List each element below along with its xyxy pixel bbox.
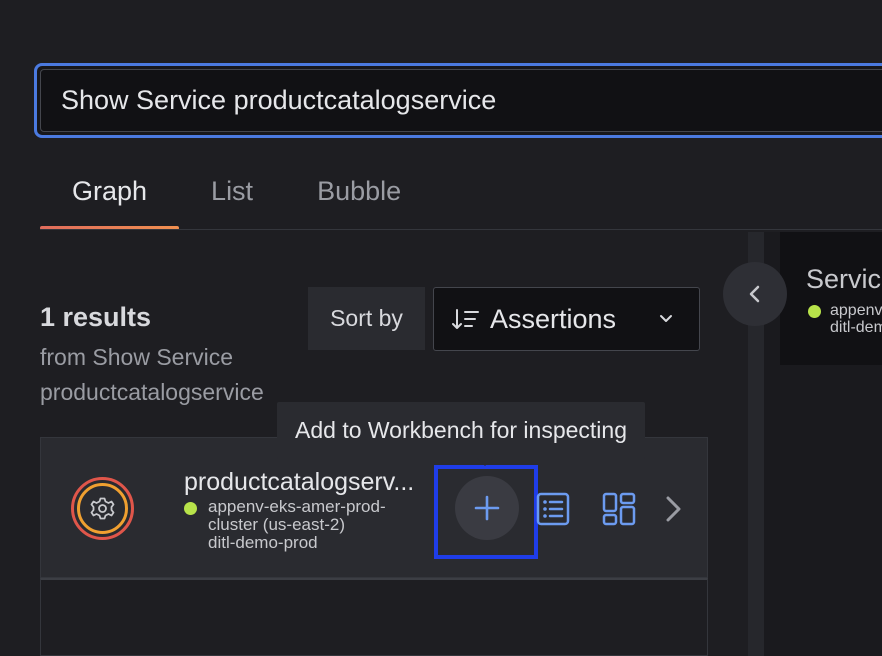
env-line-1: appenv-eks-amer-prod- [208, 497, 386, 516]
sort-by-label: Sort by [308, 287, 425, 350]
results-from: from Show Service productcatalogservice [40, 344, 264, 405]
status-dot [184, 502, 197, 515]
right-card-title: Service [806, 264, 882, 294]
chevron-left-icon [749, 285, 760, 303]
sort-value: Assertions [490, 303, 617, 334]
tab-graph[interactable]: Graph [40, 168, 180, 230]
chevron-right-icon[interactable] [661, 493, 685, 525]
service-env: appenv-eks-amer-prod- cluster (us-east-2… [208, 498, 448, 552]
right-card-sub-line2: ditl-dem [830, 319, 882, 336]
right-card-sub-line1: appenv- [830, 302, 882, 319]
add-to-workbench-button[interactable] [455, 476, 519, 540]
collapse-panel-button[interactable] [723, 262, 787, 326]
result-card-details [40, 578, 708, 656]
view-tabs: Graph List Bubble [40, 168, 433, 230]
tabs-divider [40, 229, 882, 230]
right-card-sub: appenv- ditl-dem [830, 302, 882, 336]
dashboard-icon[interactable] [601, 491, 637, 527]
chevron-down-icon [660, 315, 672, 322]
search-input[interactable] [61, 85, 882, 116]
gear-icon [71, 477, 134, 540]
sort-icon [452, 309, 479, 329]
tab-bubble[interactable]: Bubble [285, 168, 433, 230]
service-name[interactable]: productcatalogserv... [184, 468, 439, 497]
status-dot [808, 305, 821, 318]
results-count: 1 results [40, 302, 152, 332]
env-line-3: ditl-demo-prod [208, 533, 318, 552]
env-line-2: cluster (us-east-2) [208, 515, 345, 534]
tooltip: Add to Workbench for inspecting [277, 402, 645, 459]
search-inner [40, 69, 882, 132]
right-service-card[interactable]: Service appenv- ditl-dem [780, 232, 882, 365]
search-box[interactable] [34, 63, 882, 138]
list-icon[interactable] [535, 491, 571, 527]
tooltip-arrow [477, 458, 493, 466]
plus-icon [474, 495, 500, 521]
sort-select[interactable]: Assertions [433, 287, 700, 351]
tab-list[interactable]: List [179, 168, 285, 230]
